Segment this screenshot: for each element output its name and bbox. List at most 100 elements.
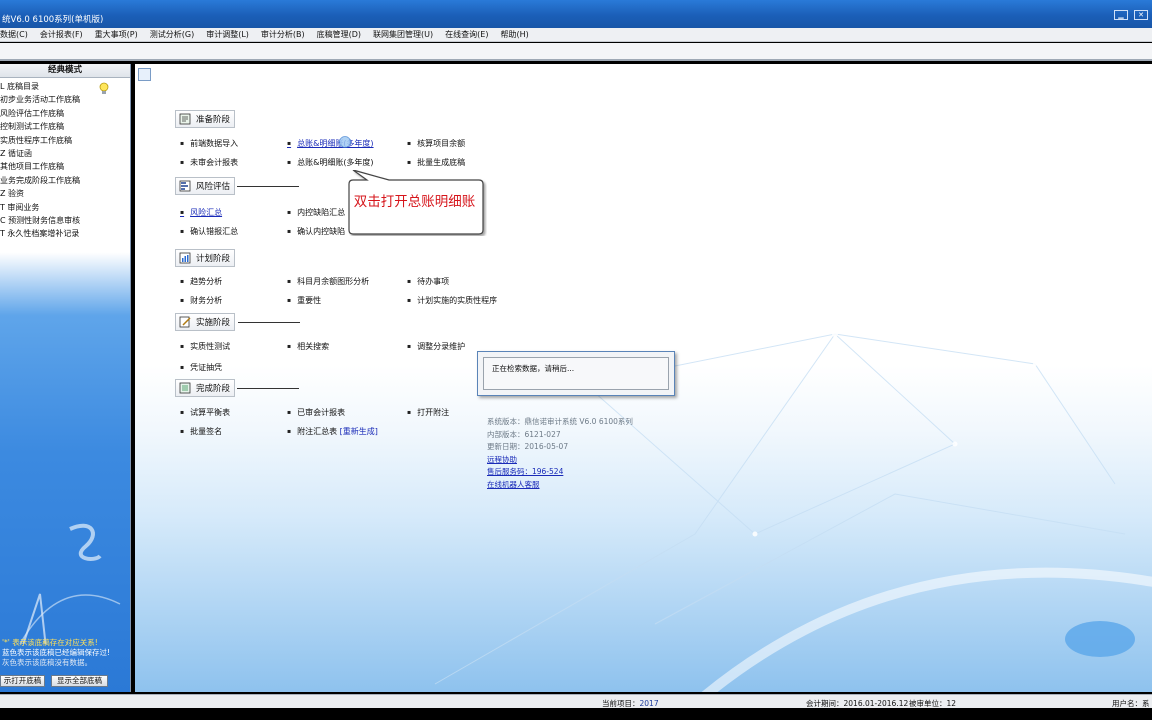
- loading-message: 正在检索数据，请稍后...: [483, 357, 669, 390]
- menu-audit-analysis[interactable]: 审计分析(B): [255, 29, 311, 40]
- period-value: 2016.01-2016.12: [843, 699, 909, 708]
- link-open-notes[interactable]: 打开附注: [407, 407, 449, 418]
- legend-blue: 蓝色表示该底稿已经编辑保存过!: [2, 648, 111, 657]
- link-substantive-test[interactable]: 实质性测试: [180, 341, 230, 352]
- tree-item[interactable]: Z 循证函: [0, 147, 130, 160]
- tree-item[interactable]: 控制测试工作底稿: [0, 120, 130, 133]
- window-controls: ▁ ✕: [1114, 10, 1148, 20]
- link-monthly-balance-chart[interactable]: 科目月余额图形分析: [287, 276, 369, 287]
- complete-stage-icon: [179, 382, 191, 394]
- notes-summary-label: 附注汇总表: [297, 427, 338, 436]
- link-notes-summary[interactable]: 附注汇总表 [重新生成]: [287, 426, 378, 437]
- service-code-link[interactable]: 售后服务码：196-524: [487, 466, 633, 479]
- tree-item[interactable]: Z 验资: [0, 187, 130, 200]
- title-bar: 统V6.0 6100系列(单机版) ▁ ✕: [0, 0, 1152, 28]
- tree-item[interactable]: L 底稿目录: [0, 80, 130, 93]
- link-trend-analysis[interactable]: 趋势分析: [180, 276, 222, 287]
- tree-item[interactable]: 其他项目工作底稿: [0, 160, 130, 173]
- window-title: 统V6.0 6100系列(单机版): [2, 15, 104, 25]
- stage-plan-label: 计划阶段: [196, 254, 231, 264]
- link-ledger-multi-year[interactable]: 总账&明细账(多年度): [287, 138, 373, 149]
- tree-item[interactable]: 初步业务活动工作底稿: [0, 93, 130, 106]
- prepare-stage-icon: [179, 113, 191, 125]
- tree-item[interactable]: 业务完成阶段工作底稿: [0, 174, 130, 187]
- menu-online-query[interactable]: 在线查询(E): [439, 29, 494, 40]
- link-unaudited-reports[interactable]: 未审会计报表: [180, 157, 238, 168]
- sidebar-header: 经典模式: [0, 64, 130, 78]
- stage-risk-label: 风险评估: [196, 182, 231, 192]
- toolbar: [0, 43, 1152, 61]
- menu-help[interactable]: 帮助(H): [494, 29, 534, 40]
- unit-label: 被审单位：: [909, 699, 947, 708]
- update-date: 更新日期：2016-05-07: [487, 442, 569, 451]
- robot-service-link[interactable]: 在线机器人客服: [487, 479, 633, 492]
- show-open-button[interactable]: 示打开底稿: [0, 675, 45, 687]
- link-voucher-sampling[interactable]: 凭证抽凭: [180, 362, 222, 373]
- loading-dialog: 正在检索数据，请稍后...: [477, 351, 675, 396]
- stage-implement[interactable]: 实施阶段: [175, 313, 236, 331]
- link-confirm-control-defect[interactable]: 确认内控缺陷: [287, 226, 345, 237]
- menu-audit-adjust[interactable]: 审计调整(L): [200, 29, 255, 40]
- menu-test-analysis[interactable]: 测试分析(G): [144, 29, 200, 40]
- stage-divider: [237, 388, 299, 389]
- link-ledger-multi-year-2[interactable]: 总账&明细账(多年度): [287, 157, 373, 168]
- link-adjusting-entries[interactable]: 调整分录维护: [407, 341, 465, 352]
- link-planned-procedures[interactable]: 计划实施的实质性程序: [407, 295, 497, 306]
- tree-item[interactable]: C 预测性财务信息审核: [0, 214, 130, 227]
- workpaper-tree: L 底稿目录 初步业务活动工作底稿 风险评估工作底稿 控制测试工作底稿 实质性程…: [0, 78, 130, 240]
- project-label: 当前项目：: [602, 699, 640, 708]
- link-control-defect-summary[interactable]: 内控缺陷汇总: [287, 207, 345, 218]
- menu-bar: 数据(C) 会计报表(F) 重大事项(P) 测试分析(G) 审计调整(L) 审计…: [0, 28, 1152, 42]
- link-batch-sign[interactable]: 批量签名: [180, 426, 222, 437]
- system-info: 系统版本：鼎信诺审计系统 V6.0 6100系列 内部版本：6121-027 更…: [487, 416, 633, 491]
- refresh-icon[interactable]: [138, 68, 151, 81]
- legend: '*' 表示该底稿存在对应关系! 蓝色表示该底稿已经编辑保存过! 灰色表示该底稿…: [2, 638, 110, 668]
- tree-item[interactable]: 实质性程序工作底稿: [0, 134, 130, 147]
- stage-divider: [238, 322, 300, 323]
- system-version: 系统版本：鼎信诺审计系统 V6.0 6100系列: [487, 417, 633, 426]
- stage-plan[interactable]: 计划阶段: [175, 249, 236, 267]
- stage-prepare[interactable]: 准备阶段: [175, 110, 236, 128]
- close-button[interactable]: ✕: [1134, 10, 1148, 20]
- stage-divider: [237, 186, 299, 187]
- tree-item[interactable]: T 审阅业务: [0, 201, 130, 214]
- link-account-balance[interactable]: 核算项目余额: [407, 138, 465, 149]
- period-label: 会计期间：: [806, 699, 844, 708]
- link-trial-balance[interactable]: 试算平衡表: [180, 407, 230, 418]
- remote-assist-link[interactable]: 远程协助: [487, 454, 633, 467]
- cursor-icon: [339, 136, 351, 148]
- internal-version: 内部版本：6121-027: [487, 429, 561, 439]
- stage-complete-label: 完成阶段: [196, 384, 231, 394]
- tree-item[interactable]: T 永久性档案增补记录: [0, 227, 130, 240]
- link-misstatement-summary[interactable]: 确认错报汇总: [180, 226, 238, 237]
- plan-chart-icon: [179, 252, 191, 264]
- stage-complete[interactable]: 完成阶段: [175, 379, 236, 397]
- link-related-search[interactable]: 相关搜索: [287, 341, 329, 352]
- sidebar-decoration: [19, 523, 121, 644]
- minimize-button[interactable]: ▁: [1114, 10, 1128, 20]
- link-materiality[interactable]: 重要性: [287, 295, 321, 306]
- lightbulb-icon[interactable]: [98, 82, 110, 96]
- link-financial-analysis[interactable]: 财务分析: [180, 295, 222, 306]
- unit-value: 12: [946, 699, 957, 708]
- stage-prepare-label: 准备阶段: [196, 115, 231, 125]
- menu-workpaper-mgmt[interactable]: 底稿管理(D): [311, 29, 367, 40]
- link-todo[interactable]: 待办事项: [407, 276, 449, 287]
- tree-item[interactable]: 风险评估工作底稿: [0, 107, 130, 120]
- menu-group-mgmt[interactable]: 联网集团管理(U): [367, 29, 439, 40]
- menu-data[interactable]: 数据(C): [0, 29, 34, 40]
- stage-risk[interactable]: 风险评估: [175, 177, 236, 195]
- link-audited-reports[interactable]: 已审会计报表: [287, 407, 345, 418]
- user-label: 用户名：: [1112, 699, 1142, 708]
- menu-reports[interactable]: 会计报表(F): [34, 29, 89, 40]
- sidebar: 经典模式 L 底稿目录 初步业务活动工作底稿 风险评估工作底稿 控制测试工作底稿…: [0, 64, 131, 692]
- user-value: 系: [1142, 699, 1150, 708]
- link-batch-generate[interactable]: 批量生成底稿: [407, 157, 465, 168]
- link-frontend-import[interactable]: 前端数据导入: [180, 138, 238, 149]
- stage-implement-label: 实施阶段: [196, 318, 231, 328]
- legend-asterisk: '*' 表示该底稿存在对应关系!: [2, 638, 98, 647]
- regenerate-link[interactable]: [重新生成]: [340, 427, 378, 436]
- show-all-button[interactable]: 显示全部底稿: [51, 675, 108, 687]
- menu-major-events[interactable]: 重大事项(P): [89, 29, 144, 40]
- link-risk-summary[interactable]: 风险汇总: [180, 207, 222, 218]
